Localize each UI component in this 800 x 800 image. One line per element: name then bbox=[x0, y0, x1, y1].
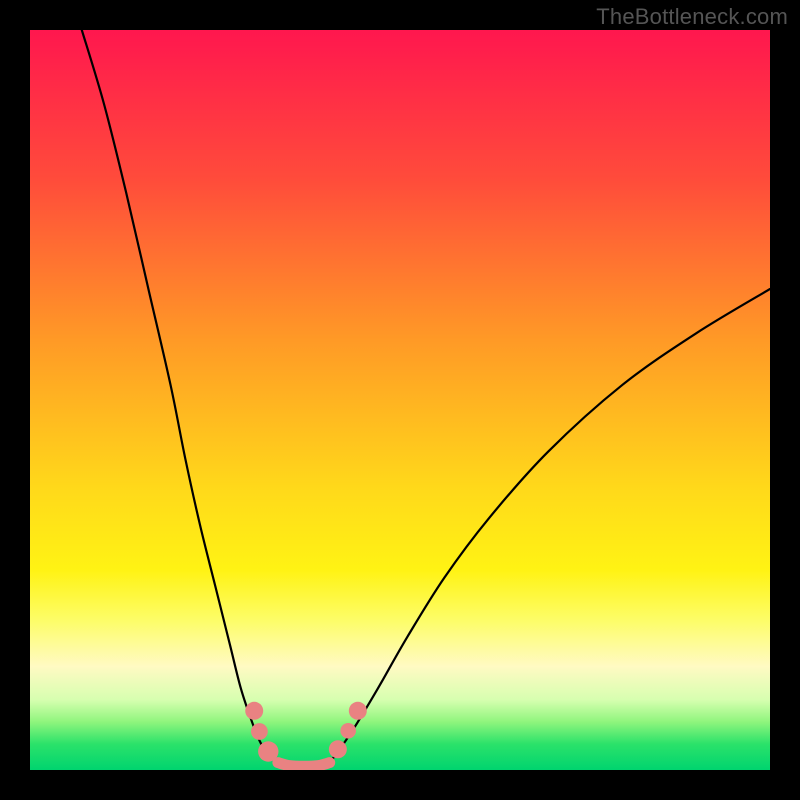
right-marker-1 bbox=[329, 740, 347, 758]
left-marker-1 bbox=[245, 702, 263, 720]
chart-svg bbox=[30, 30, 770, 770]
right-marker-3 bbox=[349, 702, 367, 720]
watermark-text: TheBottleneck.com bbox=[596, 4, 788, 30]
chart-frame: TheBottleneck.com bbox=[0, 0, 800, 800]
plot-area bbox=[30, 30, 770, 770]
series-floor bbox=[278, 763, 330, 767]
gradient-background bbox=[30, 30, 770, 770]
left-marker-3 bbox=[258, 741, 278, 761]
left-marker-2 bbox=[251, 723, 268, 740]
right-marker-2 bbox=[340, 723, 356, 739]
